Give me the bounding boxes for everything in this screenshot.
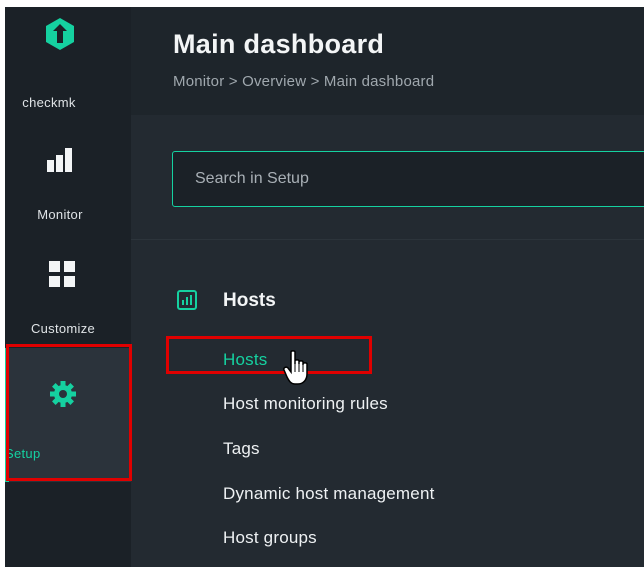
logo-label: checkmk <box>22 95 76 110</box>
customize-icon <box>49 261 75 287</box>
setup-menu: Hosts Hosts Host monitoring rules Tags D… <box>131 240 644 567</box>
breadcrumb[interactable]: Monitor > Overview > Main dashboard <box>173 73 434 90</box>
hand-cursor-icon <box>283 350 308 385</box>
section-title: Hosts <box>223 290 276 311</box>
hosts-section-icon <box>177 290 197 310</box>
checkmk-logo[interactable]: checkmk <box>5 17 131 117</box>
monitor-icon <box>47 148 72 172</box>
search-input[interactable] <box>172 151 644 207</box>
checkmk-logo-icon <box>46 18 74 50</box>
setup-highlight-box <box>6 344 132 481</box>
nav-monitor[interactable]: Monitor <box>5 145 131 225</box>
sidebar: checkmk Monitor Customize Setup <box>5 7 131 567</box>
menu-item-tags[interactable]: Tags <box>223 439 260 459</box>
menu-item-host-groups[interactable]: Host groups <box>223 528 317 548</box>
menu-item-host-monitoring-rules[interactable]: Host monitoring rules <box>223 394 388 414</box>
app-window: checkmk Monitor Customize Setup Main das… <box>5 7 644 567</box>
nav-customize-label: Customize <box>30 321 96 336</box>
nav-monitor-label: Monitor <box>37 207 83 222</box>
page-header: Main dashboard Monitor > Overview > Main… <box>131 7 644 115</box>
nav-customize[interactable]: Customize <box>5 255 131 336</box>
search-area <box>131 115 644 239</box>
menu-item-dynamic-host-management[interactable]: Dynamic host management <box>223 484 435 504</box>
hosts-highlight-box <box>166 336 372 374</box>
page-title: Main dashboard <box>173 29 385 59</box>
